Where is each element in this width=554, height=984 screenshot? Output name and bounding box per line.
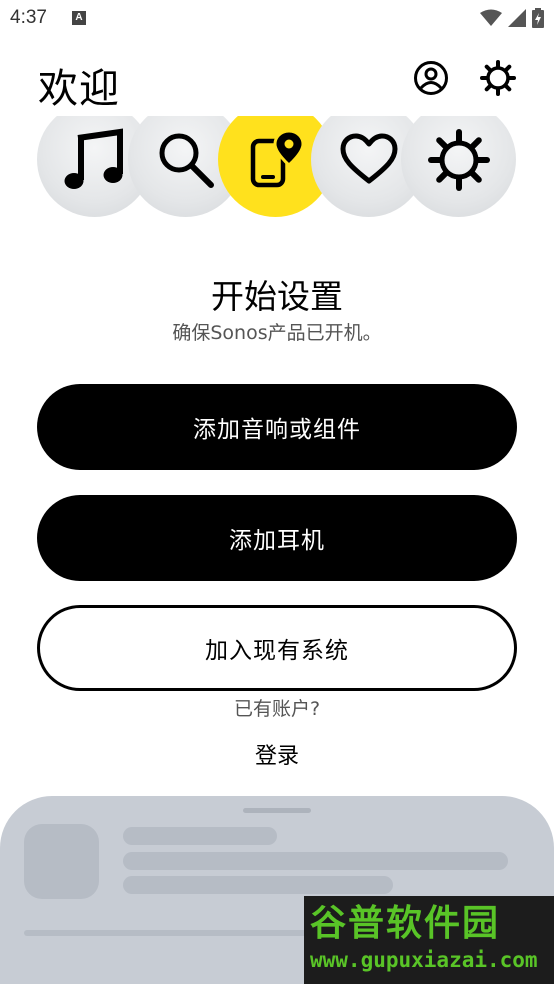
add-headphones-label: 添加耳机 xyxy=(229,528,325,554)
app-header: 欢迎 xyxy=(0,48,554,112)
skeleton-line xyxy=(123,876,393,894)
skeleton-thumbnail xyxy=(24,824,99,899)
notification-icon: A xyxy=(72,11,86,25)
settings-button[interactable] xyxy=(478,58,518,98)
join-system-label: 加入现有系统 xyxy=(205,638,349,664)
setup-title: 开始设置 xyxy=(211,277,343,316)
signal-icon xyxy=(508,9,526,27)
account-question: 已有账户? xyxy=(233,698,321,720)
join-system-button[interactable]: 加入现有系统 xyxy=(37,605,517,691)
battery-charging-icon xyxy=(532,8,544,28)
gear-icon xyxy=(427,128,490,191)
skeleton-line xyxy=(24,930,314,936)
watermark-title: 谷普软件园 xyxy=(310,903,501,944)
search-icon xyxy=(159,133,214,188)
hero-carousel xyxy=(0,116,554,226)
page-title: 欢迎 xyxy=(38,66,120,112)
setup-subtitle: 确保Sonos产品已开机。 xyxy=(172,322,382,344)
skeleton-line xyxy=(123,852,508,870)
add-headphones-button[interactable]: 添加耳机 xyxy=(37,495,517,581)
account-circle-icon xyxy=(414,61,448,95)
skeleton-line xyxy=(123,827,277,845)
watermark-url: www.gupuxiazai.com xyxy=(310,948,538,972)
wifi-icon xyxy=(480,9,502,26)
status-time: 4:37 xyxy=(10,7,47,28)
hero-settings-circle xyxy=(401,116,516,217)
status-bar: 4:37 A xyxy=(0,0,554,36)
music-note-icon xyxy=(64,128,123,189)
account-button[interactable] xyxy=(411,58,451,98)
login-link[interactable]: 登录 xyxy=(0,738,554,770)
add-speaker-label: 添加音响或组件 xyxy=(193,417,361,443)
status-icons xyxy=(480,8,544,28)
settings-gear-icon xyxy=(480,60,516,96)
sheet-drag-handle[interactable] xyxy=(243,808,311,813)
watermark: 谷普软件园 www.gupuxiazai.com xyxy=(304,896,554,984)
phone-location-icon xyxy=(250,128,305,187)
add-speaker-button[interactable]: 添加音响或组件 xyxy=(37,384,517,470)
heart-icon xyxy=(340,133,397,183)
